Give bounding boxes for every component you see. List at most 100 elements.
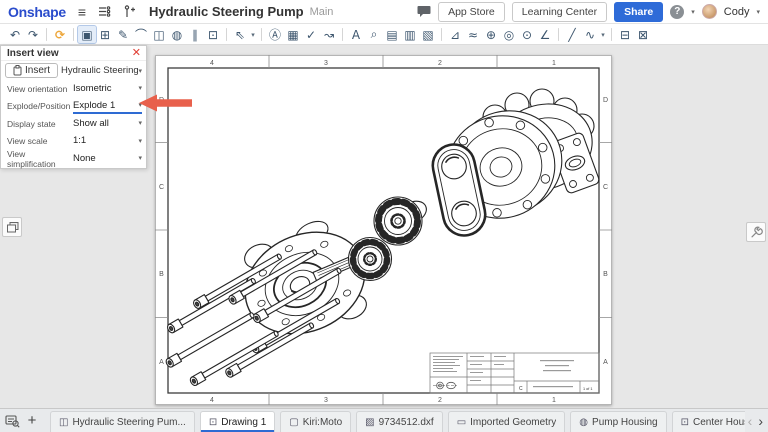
drawing-toolbar: ↶↷⟳▣⊞✎⌒◫◍∥⊡⇖▾Ⓐ▦✓↝A⌕▤▥▧⊿≈⊕◎⊙∠╱∿▾⊟⊠ (0, 25, 768, 45)
svg-text:C: C (603, 184, 608, 191)
tab-pump-housing[interactable]: ◍ Pump Housing (570, 411, 666, 432)
close-icon[interactable]: ✕ (132, 48, 141, 59)
app-header: Onshape ≡ Hydraulic Steering Pump Main A… (0, 0, 768, 24)
manage-tabs-icon[interactable] (2, 412, 22, 430)
measure-icon[interactable]: ⌕ (365, 26, 383, 43)
dialog-title: Insert view (7, 48, 132, 59)
workspace-name: Main (310, 6, 334, 18)
user-caret-icon[interactable]: ▾ (756, 8, 760, 16)
crop-view-icon[interactable]: ⊡ (204, 26, 222, 43)
toolbar-divider (73, 28, 74, 41)
learning-center-button[interactable]: Learning Center (512, 2, 607, 22)
centerline-icon[interactable]: ◎ (500, 26, 518, 43)
surface-finish-icon[interactable]: ↝ (320, 26, 338, 43)
dimension-text-icon[interactable]: A (347, 26, 365, 43)
onshape-logo[interactable]: Onshape (8, 4, 66, 20)
bom-table-icon[interactable]: ▥ (401, 26, 419, 43)
tangent-line-icon[interactable]: ∠ (536, 26, 554, 43)
field-label: Display state (7, 119, 73, 129)
user-menu[interactable]: Cody (724, 6, 750, 18)
tab-icon: ▨ (365, 417, 374, 428)
source-select[interactable]: Hydraulic Steering ▾ (61, 63, 142, 78)
svg-text:2: 2 (438, 60, 442, 67)
versions-history-icon[interactable] (98, 5, 111, 18)
toolbar-divider (261, 28, 262, 41)
tabs-scroll-right-icon[interactable]: › (755, 413, 766, 429)
tab-kiri-moto[interactable]: ▢ Kiri:Moto (280, 411, 351, 432)
toolbar-divider (441, 28, 442, 41)
sheet-properties-icon[interactable]: ⊠ (634, 26, 652, 43)
svg-text:1: 1 (552, 397, 556, 404)
toolbar-divider (342, 28, 343, 41)
app-store-button[interactable]: App Store (438, 2, 505, 22)
auxiliary-view-icon[interactable]: ∥ (186, 26, 204, 43)
field-select[interactable]: Show all ▾ (73, 116, 142, 131)
insert-view-dialog: Insert view ✕ Insert Hydraulic Steering … (0, 45, 147, 169)
new-sheet-icon[interactable]: ⊟ (616, 26, 634, 43)
datum-icon[interactable]: ⊿ (446, 26, 464, 43)
avatar[interactable] (702, 4, 717, 19)
document-title: Hydraulic Steering Pump (149, 4, 304, 19)
dropdown-caret-icon[interactable]: ▾ (249, 26, 257, 43)
drawing-sheet[interactable]: 4 3 2 1 4 3 2 1 D C B A D C B A (155, 55, 612, 405)
wrench-icon (749, 225, 763, 239)
tab-imported-geometry[interactable]: ▭ Imported Geometry (448, 411, 566, 432)
select-explode-position[interactable]: Explode/Position Explode 1 ▾ (1, 98, 146, 116)
select-view-orientation[interactable]: View orientation Isometric ▾ (1, 80, 146, 98)
svg-text:A: A (159, 359, 164, 366)
select-view-scale[interactable]: View scale 1:1 ▾ (1, 133, 146, 151)
tab-icon: ⊡ (209, 417, 217, 428)
update-views-icon[interactable]: ⟳ (51, 26, 69, 43)
insert-view-icon[interactable]: ▣ (78, 26, 96, 43)
tab-hydraulic-steering-pump[interactable]: ◫ Hydraulic Steering Pum... (50, 411, 195, 432)
field-select[interactable]: Explode 1 ▾ (73, 99, 142, 114)
inspection-symbol-icon[interactable]: ✓ (302, 26, 320, 43)
field-select[interactable]: None ▾ (73, 151, 142, 166)
undo-icon[interactable]: ↶ (6, 26, 24, 43)
projected-view-icon[interactable]: ⊞ (96, 26, 114, 43)
field-value: Isometric (73, 83, 138, 94)
redo-icon[interactable]: ↷ (24, 26, 42, 43)
hole-table-icon[interactable]: ▧ (419, 26, 437, 43)
toolbar-divider (46, 28, 47, 41)
svg-text:B: B (603, 271, 608, 278)
svg-text:4: 4 (210, 397, 214, 404)
dropdown-caret-icon[interactable]: ▾ (599, 26, 607, 43)
tab-label: Pump Housing (592, 417, 658, 428)
comment-icon[interactable] (417, 5, 431, 18)
chevron-down-icon: ▾ (138, 154, 142, 162)
add-tab-button[interactable]: + (22, 412, 42, 430)
note-icon[interactable]: Ⓐ (266, 26, 284, 43)
geometric-tolerance-icon[interactable]: ≈ (464, 26, 482, 43)
select-display-state[interactable]: Display state Show all ▾ (1, 115, 146, 133)
main-menu-icon[interactable]: ≡ (78, 4, 86, 20)
center-mark-icon[interactable]: ⊕ (482, 26, 500, 43)
tab-center-housing-drawing[interactable]: ⊡ Center Housing Drawin... (672, 411, 745, 432)
field-label: View simplification (7, 149, 73, 169)
section-view-icon[interactable]: ◫ (150, 26, 168, 43)
callout-icon[interactable]: ⇖ (231, 26, 249, 43)
chevron-down-icon: ▾ (138, 67, 142, 75)
insert-button[interactable]: Insert (5, 63, 58, 78)
circle-center-icon[interactable]: ⊙ (518, 26, 536, 43)
image-icon[interactable]: ▦ (284, 26, 302, 43)
spline-tool-icon[interactable]: ∿ (581, 26, 599, 43)
line-tool-icon[interactable]: ╱ (563, 26, 581, 43)
table-icon[interactable]: ▤ (383, 26, 401, 43)
field-select[interactable]: 1:1 ▾ (73, 134, 142, 149)
broken-out-section-icon[interactable]: ⌒ (132, 26, 150, 43)
follow-mode-icon[interactable] (123, 5, 135, 18)
drawing-canvas[interactable]: 4 3 2 1 4 3 2 1 D C B A D C B A (0, 45, 768, 408)
sheets-panel-button[interactable] (2, 217, 22, 237)
select-view-simplification[interactable]: View simplification None ▾ (1, 150, 146, 168)
tabs-scroll-left-icon[interactable]: ‹ (745, 413, 756, 429)
help-caret-icon[interactable]: ▾ (691, 8, 695, 16)
tab-drawing-1[interactable]: ⊡ Drawing 1 (200, 411, 275, 432)
point-to-point-view-icon[interactable]: ✎ (114, 26, 132, 43)
detail-view-icon[interactable]: ◍ (168, 26, 186, 43)
help-icon[interactable]: ? (670, 5, 684, 19)
share-button[interactable]: Share (614, 2, 663, 22)
tools-wrench-button[interactable] (746, 222, 766, 242)
tab-9734512-dxf[interactable]: ▨ 9734512.dxf (356, 411, 443, 432)
field-select[interactable]: Isometric ▾ (73, 81, 142, 96)
